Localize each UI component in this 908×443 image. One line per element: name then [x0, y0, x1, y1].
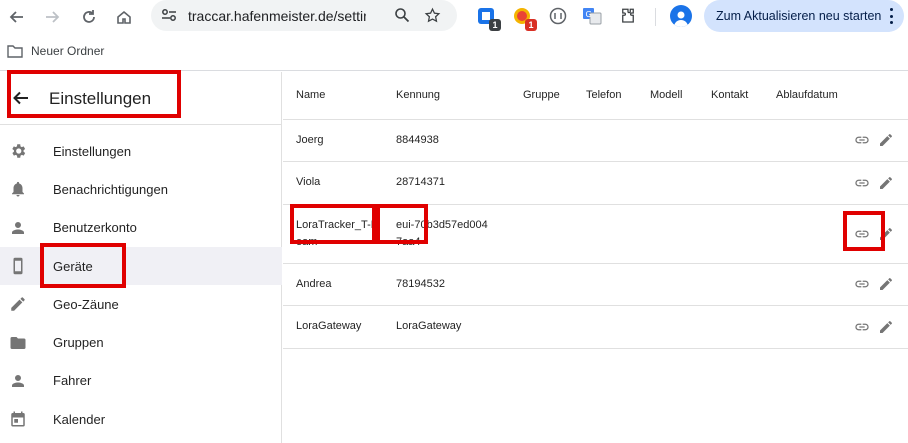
person-icon — [8, 371, 28, 391]
extensions-puzzle-icon[interactable] — [616, 4, 640, 28]
edit-icon[interactable] — [877, 318, 895, 336]
traccar-app: Einstellungen Einstellungen Benachrichti… — [0, 72, 908, 443]
translate-icon[interactable]: G — [580, 4, 604, 28]
row-actions — [843, 305, 908, 349]
row-actions — [843, 119, 908, 162]
device-name: LoraTracker_T-Beam — [283, 204, 383, 264]
extension-icon-2[interactable]: 1 — [510, 4, 537, 31]
svg-text:G: G — [586, 10, 592, 19]
extension-badge-2: 1 — [525, 19, 537, 31]
extension-icon-3[interactable] — [546, 4, 570, 28]
edit-icon[interactable] — [877, 275, 895, 293]
link-icon[interactable] — [853, 318, 871, 336]
site-settings-icon[interactable] — [158, 4, 180, 26]
column-header-gruppe[interactable]: Gruppe — [510, 72, 573, 120]
device-name: LoraGateway — [283, 305, 383, 349]
row-actions — [843, 263, 908, 306]
devices-table-panel: Name Kennung Gruppe Telefon Modell Konta… — [283, 72, 908, 443]
column-header-kontakt[interactable]: Kontakt — [698, 72, 763, 120]
pencil-icon — [8, 294, 28, 314]
sidebar-item-label: Gruppen — [53, 335, 104, 351]
sidebar-item-fahrer[interactable]: Fahrer — [0, 362, 282, 400]
toolbar-separator — [655, 8, 656, 26]
sidebar-item-label: Kalender — [53, 411, 106, 427]
device-name: Joerg — [283, 119, 383, 162]
link-icon[interactable] — [853, 275, 871, 293]
sidebar-item-label: Einstellungen — [53, 143, 132, 159]
home-icon[interactable] — [110, 3, 138, 31]
table-row: LoraTracker_T-Beam eui-70b3d57ed0047aa4 — [283, 204, 908, 264]
column-header-actions — [843, 72, 908, 120]
folder-icon — [7, 45, 23, 58]
link-icon[interactable] — [853, 174, 871, 192]
bookmarks-bar: Neuer Ordner — [0, 34, 908, 71]
back-arrow-icon[interactable] — [10, 87, 32, 109]
bookmark-folder-label: Neuer Ordner — [31, 44, 105, 58]
sidebar-item-geraete[interactable]: Geräte — [0, 246, 282, 286]
edit-icon[interactable] — [877, 174, 895, 192]
devices-table: Name Kennung Gruppe Telefon Modell Konta… — [283, 72, 908, 349]
column-header-kennung[interactable]: Kennung — [383, 72, 510, 120]
sidebar-header: Einstellungen — [0, 72, 282, 125]
row-actions — [843, 204, 908, 264]
device-identifier: 28714371 — [383, 161, 510, 205]
sidebar-item-geo-zaeune[interactable]: Geo-Zäune — [0, 285, 282, 323]
device-identifier: 78194532 — [383, 263, 510, 306]
edit-icon[interactable] — [877, 225, 895, 243]
more-vert-icon[interactable] — [888, 8, 894, 24]
device-name: Andrea — [283, 263, 383, 306]
device-identifier: eui-70b3d57ed0047aa4 — [383, 204, 510, 264]
reload-icon[interactable] — [75, 3, 103, 31]
table-row: LoraGateway LoraGateway — [283, 305, 908, 349]
update-button[interactable]: Zum Aktualisieren neu starten — [704, 0, 904, 32]
person-icon — [8, 218, 28, 238]
url-text[interactable]: traccar.hafenmeister.de/settin — [188, 8, 366, 24]
link-icon[interactable] — [853, 131, 871, 149]
bell-icon — [8, 179, 28, 199]
column-header-telefon[interactable]: Telefon — [573, 72, 637, 120]
settings-menu: Einstellungen Benachrichtigungen Benutze… — [0, 132, 282, 438]
sidebar-item-kalender[interactable]: Kalender — [0, 400, 282, 438]
sidebar-item-label: Benutzerkonto — [53, 220, 137, 236]
table-row: Viola 28714371 — [283, 161, 908, 205]
column-header-ablaufdatum[interactable]: Ablaufdatum — [763, 72, 843, 120]
sidebar-item-einstellungen[interactable]: Einstellungen — [0, 132, 282, 170]
device-name: Viola — [283, 161, 383, 205]
bookmark-folder[interactable]: Neuer Ordner — [7, 44, 104, 58]
table-header-row: Name Kennung Gruppe Telefon Modell Konta… — [283, 72, 908, 120]
settings-sidebar: Einstellungen Einstellungen Benachrichti… — [0, 72, 282, 443]
link-icon[interactable] — [853, 225, 871, 243]
sidebar-item-label: Geräte — [53, 258, 93, 274]
smartphone-icon — [8, 256, 28, 276]
calendar-icon — [8, 409, 28, 429]
sidebar-item-gruppen[interactable]: Gruppen — [0, 323, 282, 361]
zoom-icon[interactable] — [391, 4, 413, 26]
update-button-label: Zum Aktualisieren neu starten — [716, 9, 882, 23]
extension-badge-1: 1 — [489, 19, 501, 31]
device-identifier: LoraGateway — [383, 305, 510, 349]
sidebar-item-benutzerkonto[interactable]: Benutzerkonto — [0, 209, 282, 247]
table-row: Joerg 8844938 — [283, 119, 908, 162]
edit-icon[interactable] — [877, 131, 895, 149]
browser-toolbar: traccar.hafenmeister.de/settin 1 1 G Zum… — [0, 0, 908, 34]
bookmark-star-icon[interactable] — [421, 4, 443, 26]
sidebar-item-benachrichtigungen[interactable]: Benachrichtigungen — [0, 170, 282, 208]
sidebar-item-label: Benachrichtigungen — [53, 181, 168, 197]
profile-avatar[interactable] — [670, 5, 692, 27]
extension-icon-1[interactable]: 1 — [474, 4, 501, 31]
row-actions — [843, 161, 908, 205]
column-header-modell[interactable]: Modell — [637, 72, 698, 120]
forward-icon[interactable] — [38, 3, 66, 31]
device-identifier: 8844938 — [383, 119, 510, 162]
address-bar[interactable]: traccar.hafenmeister.de/settin — [151, 0, 457, 31]
folder-icon — [8, 333, 28, 353]
sidebar-item-label: Fahrer — [53, 373, 92, 389]
sidebar-title: Einstellungen — [49, 89, 152, 108]
gear-icon — [8, 141, 28, 161]
back-icon[interactable] — [3, 3, 31, 31]
column-header-name[interactable]: Name — [283, 72, 383, 120]
table-row: Andrea 78194532 — [283, 263, 908, 306]
sidebar-item-label: Geo-Zäune — [53, 296, 119, 312]
